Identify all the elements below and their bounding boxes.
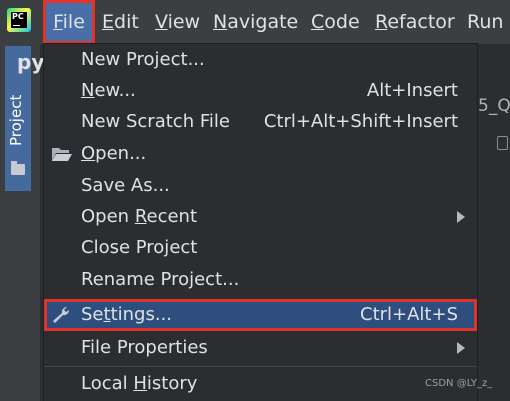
menu-run[interactable]: Run: [467, 0, 503, 44]
submenu-arrow-icon: [457, 211, 465, 223]
menu-refactor[interactable]: Refactor: [375, 0, 455, 44]
menu-file[interactable]: File: [43, 0, 95, 44]
wrench-icon: [53, 306, 70, 323]
project-tab-label: Project: [7, 94, 25, 146]
shortcut-label: Alt+Insert: [366, 80, 458, 101]
menu-item-file-properties[interactable]: File Properties: [44, 332, 477, 363]
menu-bar: PC File Edit View Navigate Code Refactor…: [0, 0, 510, 44]
menu-item-new[interactable]: New... Alt+Insert: [44, 75, 477, 106]
editor-right-fragment: 5_QC: [478, 96, 510, 116]
menu-item-rename-project[interactable]: Rename Project...: [44, 264, 477, 295]
menu-item-open-recent[interactable]: Open Recent: [44, 201, 477, 232]
menu-item-local-history[interactable]: Local History: [44, 368, 477, 399]
menu-item-settings[interactable]: Settings... Ctrl+Alt+S: [44, 299, 477, 331]
watermark-text: CSDN @LY_z_: [425, 378, 493, 389]
menu-item-close-project[interactable]: Close Project: [44, 232, 477, 263]
menu-edit[interactable]: Edit: [102, 0, 139, 44]
menu-code[interactable]: Code: [311, 0, 360, 44]
menu-item-new-project[interactable]: New Project...: [44, 44, 477, 75]
file-menu-dropdown: New Project... New... Alt+Insert New Scr…: [44, 44, 477, 401]
open-folder-icon: [52, 148, 72, 161]
menu-item-open[interactable]: Open...: [44, 138, 477, 169]
menu-separator: [44, 366, 477, 367]
submenu-arrow-icon: [457, 342, 465, 354]
pycharm-logo-icon[interactable]: PC: [7, 8, 31, 32]
menu-item-new-scratch-file[interactable]: New Scratch File Ctrl+Alt+Shift+Insert: [44, 106, 477, 137]
menu-item-save-as[interactable]: Save As...: [44, 170, 477, 201]
editor-fragment: py: [17, 50, 45, 74]
shortcut-label: Ctrl+Alt+S: [360, 304, 458, 325]
gutter-marker-icon: [497, 136, 508, 150]
menu-view[interactable]: View: [155, 0, 200, 44]
folder-icon: [11, 161, 25, 175]
menu-navigate[interactable]: Navigate: [213, 0, 298, 44]
shortcut-label: Ctrl+Alt+Shift+Insert: [263, 111, 458, 132]
